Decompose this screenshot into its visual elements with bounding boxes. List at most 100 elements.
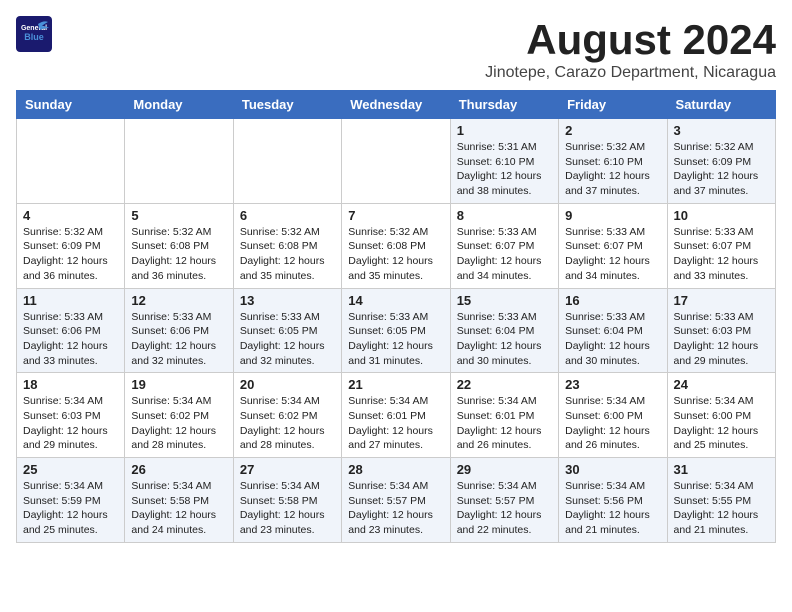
calendar-cell-28: 25Sunrise: 5:34 AM Sunset: 5:59 PM Dayli… <box>17 458 125 543</box>
header-friday: Friday <box>559 91 667 119</box>
day-info: Sunrise: 5:33 AM Sunset: 6:03 PM Dayligh… <box>674 310 769 369</box>
title-block: August 2024 Jinotepe, Carazo Department,… <box>485 16 776 82</box>
calendar-cell-12: 9Sunrise: 5:33 AM Sunset: 6:07 PM Daylig… <box>559 203 667 288</box>
day-info: Sunrise: 5:34 AM Sunset: 6:01 PM Dayligh… <box>348 394 443 453</box>
day-info: Sunrise: 5:34 AM Sunset: 5:57 PM Dayligh… <box>348 479 443 538</box>
day-info: Sunrise: 5:33 AM Sunset: 6:07 PM Dayligh… <box>457 225 552 284</box>
day-number: 3 <box>674 123 769 138</box>
week-row-2: 4 Sunrise: 5:32 AM Sunset: 6:09 PM Daylig… <box>17 203 776 288</box>
header-saturday: Saturday <box>667 91 775 119</box>
day-number: 23 <box>565 377 660 392</box>
day-number: 16 <box>565 293 660 308</box>
day-number: 2 <box>565 123 660 138</box>
week-row-3: 11 Sunrise: 5:33 AM Sunset: 6:06 PM Dayli… <box>17 288 776 373</box>
day-info: Sunrise: 5:32 AM Sunset: 6:09 PM Dayligh… <box>674 140 769 199</box>
day-number: 11 <box>23 293 118 308</box>
day-number: 29 <box>457 462 552 477</box>
day-number: 22 <box>457 377 552 392</box>
calendar-cell-19: 16 Sunrise: 5:33 AM Sunset: 6:04 PM Dayli… <box>559 288 667 373</box>
day-number: 27 <box>240 462 335 477</box>
day-info: Sunrise: 5:33 AM Sunset: 6:07 PM Dayligh… <box>674 225 769 284</box>
day-info: Sunrise: 5:33 AM Sunset: 6:04 PM Dayligh… <box>457 310 552 369</box>
calendar-cell-33: 30 Sunrise: 5:34 AM Sunset: 5:56 PM Dayli… <box>559 458 667 543</box>
day-info: Sunrise: 5:34 AM Sunset: 5:56 PM Dayligh… <box>565 479 660 538</box>
calendar-cell-20: 17 Sunrise: 5:33 AM Sunset: 6:03 PM Dayli… <box>667 288 775 373</box>
day-info: Sunrise: 5:32 AM Sunset: 6:08 PM Dayligh… <box>348 225 443 284</box>
header-wednesday: Wednesday <box>342 91 450 119</box>
day-info: Sunrise: 5:33 AM Sunset: 6:07 PM Dayligh… <box>565 225 660 284</box>
svg-text:Blue: Blue <box>24 32 44 42</box>
day-number: 20 <box>240 377 335 392</box>
header-sunday: Sunday <box>17 91 125 119</box>
day-number: 7 <box>348 208 443 223</box>
day-number: 13 <box>240 293 335 308</box>
page-subtitle: Jinotepe, Carazo Department, Nicaragua <box>485 64 776 82</box>
day-number: 28 <box>348 462 443 477</box>
calendar-cell-23: 20 Sunrise: 5:34 AM Sunset: 6:02 PM Dayli… <box>233 373 341 458</box>
day-number: 31 <box>674 462 769 477</box>
calendar-cell-34: 31 Sunrise: 5:34 AM Sunset: 5:55 PM Dayli… <box>667 458 775 543</box>
day-info: Sunrise: 5:32 AM Sunset: 6:08 PM Dayligh… <box>131 225 226 284</box>
day-number: 30 <box>565 462 660 477</box>
calendar-cell-13: 10 Sunrise: 5:33 AM Sunset: 6:07 PM Dayli… <box>667 203 775 288</box>
day-number: 25 <box>23 462 118 477</box>
day-number: 24 <box>674 377 769 392</box>
calendar-cell-25: 22 Sunrise: 5:34 AM Sunset: 6:01 PM Dayli… <box>450 373 558 458</box>
day-number: 6 <box>240 208 335 223</box>
calendar-cell-14: 11 Sunrise: 5:33 AM Sunset: 6:06 PM Dayli… <box>17 288 125 373</box>
calendar-cell-6: 3 Sunrise: 5:32 AM Sunset: 6:09 PM Daylig… <box>667 119 775 204</box>
page-header: General Blue August 2024 Jinotepe, Caraz… <box>16 16 776 82</box>
calendar-cell-4: 1Sunrise: 5:31 AM Sunset: 6:10 PM Daylig… <box>450 119 558 204</box>
day-info: Sunrise: 5:34 AM Sunset: 5:58 PM Dayligh… <box>131 479 226 538</box>
day-info: Sunrise: 5:34 AM Sunset: 5:55 PM Dayligh… <box>674 479 769 538</box>
calendar-cell-17: 14 Sunrise: 5:33 AM Sunset: 6:05 PM Dayli… <box>342 288 450 373</box>
day-number: 14 <box>348 293 443 308</box>
calendar-cell-10: 7 Sunrise: 5:32 AM Sunset: 6:08 PM Daylig… <box>342 203 450 288</box>
day-info: Sunrise: 5:34 AM Sunset: 6:01 PM Dayligh… <box>457 394 552 453</box>
day-number: 4 <box>23 208 118 223</box>
header-row: Sunday Monday Tuesday Wednesday Thursday… <box>17 91 776 119</box>
day-number: 15 <box>457 293 552 308</box>
calendar-cell-7: 4 Sunrise: 5:32 AM Sunset: 6:09 PM Daylig… <box>17 203 125 288</box>
day-number: 5 <box>131 208 226 223</box>
day-info: Sunrise: 5:34 AM Sunset: 6:02 PM Dayligh… <box>240 394 335 453</box>
day-number: 17 <box>674 293 769 308</box>
week-row-4: 18 Sunrise: 5:34 AM Sunset: 6:03 PM Dayli… <box>17 373 776 458</box>
calendar-cell-21: 18 Sunrise: 5:34 AM Sunset: 6:03 PM Dayli… <box>17 373 125 458</box>
day-info: Sunrise: 5:33 AM Sunset: 6:05 PM Dayligh… <box>240 310 335 369</box>
day-number: 19 <box>131 377 226 392</box>
day-number: 10 <box>674 208 769 223</box>
day-info: Sunrise: 5:34 AM Sunset: 5:57 PM Dayligh… <box>457 479 552 538</box>
day-info: Sunrise: 5:33 AM Sunset: 6:06 PM Dayligh… <box>23 310 118 369</box>
day-info: Sunrise: 5:34 AM Sunset: 6:00 PM Dayligh… <box>674 394 769 453</box>
calendar-cell-18: 15 Sunrise: 5:33 AM Sunset: 6:04 PM Dayli… <box>450 288 558 373</box>
week-row-5: 25Sunrise: 5:34 AM Sunset: 5:59 PM Dayli… <box>17 458 776 543</box>
calendar-cell-30: 27 Sunrise: 5:34 AM Sunset: 5:58 PM Dayli… <box>233 458 341 543</box>
calendar-cell-22: 19 Sunrise: 5:34 AM Sunset: 6:02 PM Dayli… <box>125 373 233 458</box>
calendar-cell-0 <box>17 119 125 204</box>
day-info: Sunrise: 5:33 AM Sunset: 6:04 PM Dayligh… <box>565 310 660 369</box>
calendar-cell-27: 24 Sunrise: 5:34 AM Sunset: 6:00 PM Dayli… <box>667 373 775 458</box>
day-info: Sunrise: 5:34 AM Sunset: 5:58 PM Dayligh… <box>240 479 335 538</box>
calendar-cell-8: 5 Sunrise: 5:32 AM Sunset: 6:08 PM Daylig… <box>125 203 233 288</box>
day-number: 18 <box>23 377 118 392</box>
day-info: Sunrise: 5:32 AM Sunset: 6:09 PM Dayligh… <box>23 225 118 284</box>
calendar-cell-24: 21Sunrise: 5:34 AM Sunset: 6:01 PM Dayli… <box>342 373 450 458</box>
calendar-cell-1 <box>125 119 233 204</box>
day-info: Sunrise: 5:34 AM Sunset: 6:02 PM Dayligh… <box>131 394 226 453</box>
day-number: 8 <box>457 208 552 223</box>
calendar-cell-5: 2Sunrise: 5:32 AM Sunset: 6:10 PM Daylig… <box>559 119 667 204</box>
day-info: Sunrise: 5:31 AM Sunset: 6:10 PM Dayligh… <box>457 140 552 199</box>
week-row-1: 1Sunrise: 5:31 AM Sunset: 6:10 PM Daylig… <box>17 119 776 204</box>
day-info: Sunrise: 5:33 AM Sunset: 6:05 PM Dayligh… <box>348 310 443 369</box>
header-thursday: Thursday <box>450 91 558 119</box>
day-info: Sunrise: 5:34 AM Sunset: 6:03 PM Dayligh… <box>23 394 118 453</box>
header-monday: Monday <box>125 91 233 119</box>
calendar-body: 1Sunrise: 5:31 AM Sunset: 6:10 PM Daylig… <box>17 119 776 543</box>
calendar-cell-2 <box>233 119 341 204</box>
day-info: Sunrise: 5:32 AM Sunset: 6:08 PM Dayligh… <box>240 225 335 284</box>
calendar-header: Sunday Monday Tuesday Wednesday Thursday… <box>17 91 776 119</box>
header-tuesday: Tuesday <box>233 91 341 119</box>
day-info: Sunrise: 5:34 AM Sunset: 6:00 PM Dayligh… <box>565 394 660 453</box>
day-info: Sunrise: 5:33 AM Sunset: 6:06 PM Dayligh… <box>131 310 226 369</box>
